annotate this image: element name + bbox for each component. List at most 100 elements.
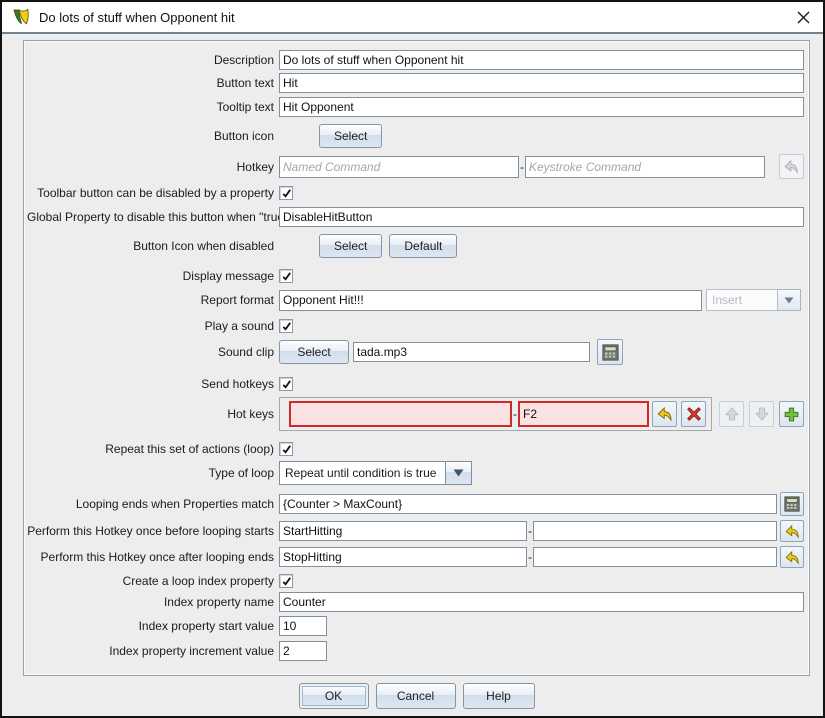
description-label: Description — [27, 53, 279, 67]
send-hotkeys-checkbox[interactable] — [279, 377, 293, 391]
loop-type-arrow-icon — [446, 461, 472, 485]
tooltip-text-label: Tooltip text — [27, 100, 279, 114]
hot-keys-separator: - — [513, 407, 517, 421]
disable-by-property-checkbox[interactable] — [279, 186, 293, 200]
repeat-loop-checkbox[interactable] — [279, 442, 293, 456]
hot-keys-label: Hot keys — [27, 407, 279, 421]
loop-condition-row: Looping ends when Properties match — [27, 492, 806, 516]
hotkey-undo-icon — [779, 154, 804, 179]
pre-loop-hotkey-row: Perform this Hotkey once before looping … — [27, 520, 806, 542]
dialog-content: Description Button text Tooltip text But… — [23, 40, 810, 709]
play-sound-label: Play a sound — [27, 319, 279, 333]
hot-keys-named-input[interactable] — [289, 401, 512, 427]
play-sound-row: Play a sound — [27, 319, 806, 333]
pre-loop-hotkey-label: Perform this Hotkey once before looping … — [27, 524, 279, 538]
repeat-loop-label: Repeat this set of actions (loop) — [27, 442, 279, 456]
hot-keys-entry-panel: - — [279, 397, 712, 431]
close-icon[interactable] — [793, 7, 813, 27]
button-icon-select-button[interactable]: Select — [319, 124, 382, 148]
repeat-loop-row: Repeat this set of actions (loop) — [27, 442, 806, 456]
tooltip-text-input[interactable] — [279, 97, 804, 117]
index-name-label: Index property name — [27, 595, 279, 609]
disabled-icon-row: Button Icon when disabled Select Default — [27, 234, 806, 258]
hot-keys-delete-icon[interactable] — [681, 401, 706, 427]
send-hotkeys-row: Send hotkeys — [27, 377, 806, 391]
display-message-row: Display message — [27, 269, 806, 283]
index-name-input[interactable] — [279, 592, 804, 612]
sound-clip-select-button[interactable]: Select — [279, 340, 349, 364]
button-icon-label: Button icon — [27, 129, 279, 143]
pre-loop-undo-icon[interactable] — [780, 520, 804, 542]
disabled-icon-select-button[interactable]: Select — [319, 234, 382, 258]
report-format-input[interactable] — [279, 290, 702, 311]
hotkey-keystroke-input[interactable] — [525, 156, 765, 178]
window-title: Do lots of stuff when Opponent hit — [39, 10, 793, 25]
index-name-row: Index property name — [27, 592, 806, 612]
hotkey-row: Hotkey - — [27, 154, 806, 179]
loop-type-value: Repeat until condition is true — [279, 461, 446, 485]
post-loop-undo-icon[interactable] — [780, 546, 804, 568]
description-row: Description — [27, 50, 806, 70]
send-hotkeys-label: Send hotkeys — [27, 377, 279, 391]
sound-clip-row: Sound clip Select — [27, 339, 806, 365]
help-button[interactable]: Help — [463, 683, 535, 709]
hot-keys-keystroke-input[interactable] — [518, 401, 649, 427]
config-panel: Description Button text Tooltip text But… — [23, 40, 810, 676]
display-message-label: Display message — [27, 269, 279, 283]
play-sound-checkbox[interactable] — [279, 319, 293, 333]
index-increment-input[interactable] — [279, 641, 327, 661]
ok-button[interactable]: OK — [299, 683, 369, 709]
index-property-label: Create a loop index property — [27, 574, 279, 588]
index-property-checkbox[interactable] — [279, 574, 293, 588]
hotkey-label: Hotkey — [27, 160, 279, 174]
title-bar: Do lots of stuff when Opponent hit — [2, 2, 823, 34]
sound-clip-input[interactable] — [353, 342, 590, 362]
hot-keys-add-icon[interactable] — [779, 401, 804, 427]
button-text-label: Button text — [27, 76, 279, 90]
index-start-row: Index property start value — [27, 616, 806, 636]
index-property-row: Create a loop index property — [27, 574, 806, 588]
sound-clip-label: Sound clip — [27, 345, 279, 359]
disabled-icon-default-button[interactable]: Default — [389, 234, 457, 258]
pre-loop-separator: - — [528, 524, 532, 538]
loop-condition-label: Looping ends when Properties match — [27, 497, 279, 511]
post-loop-hotkey-label: Perform this Hotkey once after looping e… — [27, 550, 279, 564]
pre-loop-keystroke-input[interactable] — [533, 521, 777, 541]
sound-clip-calculator-icon[interactable] — [597, 339, 623, 365]
button-text-input[interactable] — [279, 73, 804, 93]
post-loop-keystroke-input[interactable] — [533, 547, 777, 567]
footer-button-bar: OK Cancel Help — [23, 683, 810, 709]
display-message-checkbox[interactable] — [279, 269, 293, 283]
hot-keys-list-controls — [719, 401, 804, 427]
post-loop-hotkey-row: Perform this Hotkey once after looping e… — [27, 546, 806, 568]
insert-dropdown: Insert — [706, 289, 801, 311]
post-loop-named-input[interactable] — [279, 547, 527, 567]
index-increment-row: Index property increment value — [27, 641, 806, 661]
disabled-icon-label: Button Icon when disabled — [27, 239, 279, 253]
hot-keys-move-down-icon — [749, 401, 774, 427]
index-start-label: Index property start value — [27, 619, 279, 633]
hot-keys-undo-icon[interactable] — [652, 401, 677, 427]
index-increment-label: Index property increment value — [27, 644, 279, 658]
pre-loop-named-input[interactable] — [279, 521, 527, 541]
hotkey-separator: - — [520, 160, 524, 174]
cancel-button[interactable]: Cancel — [376, 683, 456, 709]
disable-property-label: Global Property to disable this button w… — [27, 210, 279, 224]
disable-by-property-label: Toolbar button can be disabled by a prop… — [27, 186, 279, 200]
report-format-label: Report format — [27, 293, 279, 307]
button-icon-row: Button icon Select — [27, 124, 806, 148]
loop-condition-input[interactable] — [279, 494, 777, 514]
disable-property-input[interactable] — [279, 207, 804, 227]
insert-dropdown-label: Insert — [706, 289, 778, 311]
description-input[interactable] — [279, 50, 804, 70]
tooltip-text-row: Tooltip text — [27, 97, 806, 117]
loop-condition-calculator-icon[interactable] — [780, 492, 804, 516]
disable-property-row: Global Property to disable this button w… — [27, 207, 806, 227]
hotkey-named-input[interactable] — [279, 156, 519, 178]
loop-type-row: Type of loop Repeat until condition is t… — [27, 461, 806, 485]
dialog-window: Do lots of stuff when Opponent hit Descr… — [0, 0, 825, 718]
post-loop-separator: - — [528, 550, 532, 564]
report-format-row: Report format Insert — [27, 289, 806, 311]
index-start-input[interactable] — [279, 616, 327, 636]
loop-type-dropdown[interactable]: Repeat until condition is true — [279, 461, 472, 485]
